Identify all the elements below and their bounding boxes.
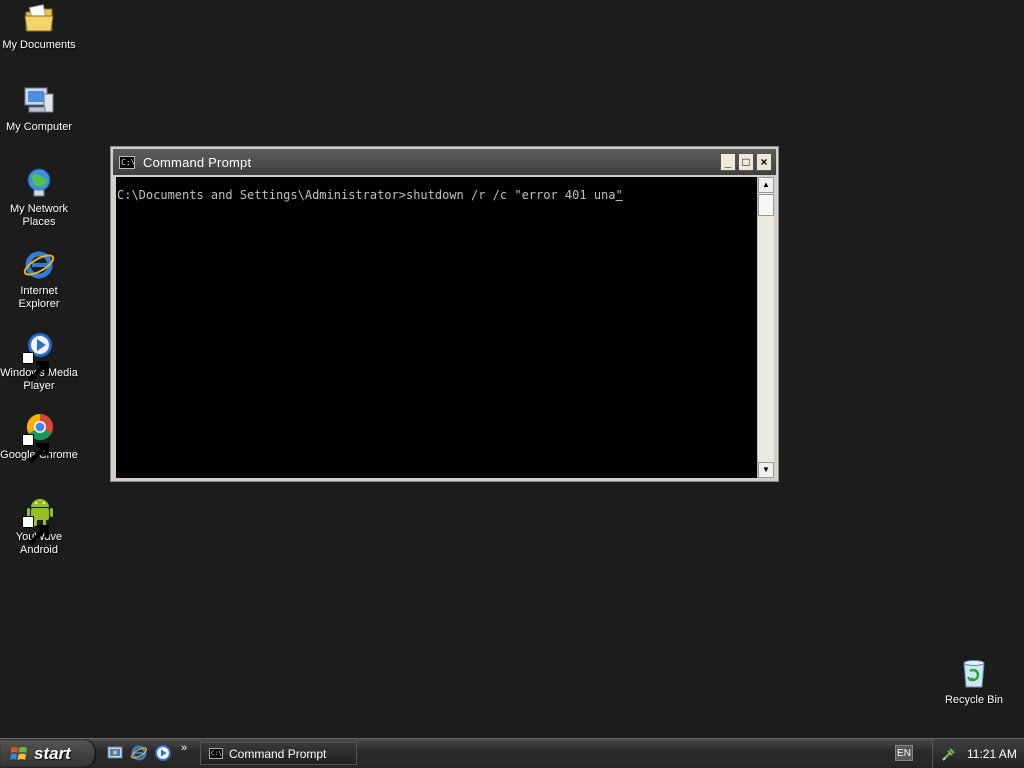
desktop-icon-recycle-bin[interactable]: Recycle Bin — [934, 657, 1014, 707]
command-prompt-icon: C:\ — [209, 748, 223, 759]
my-documents-icon — [22, 2, 56, 36]
desktop-icon-google-chrome[interactable]: Google Chrome — [0, 412, 79, 464]
internet-explorer-icon — [22, 248, 56, 282]
shortcut-arrow-icon — [22, 516, 50, 546]
command-prompt-icon: C:\ — [119, 155, 136, 169]
taskbar-item-label: Command Prompt — [229, 746, 327, 761]
taskbar: start » C:\ Command Prompt EN 11:21 AM — [0, 738, 1024, 768]
windows-media-player-icon[interactable] — [154, 744, 172, 762]
vertical-scrollbar[interactable]: ▲ ▼ — [757, 177, 774, 478]
my-computer-icon — [22, 84, 56, 118]
console-prompt: C:\Documents and Settings\Administrator> — [117, 188, 406, 202]
console-command: shutdown /r /c "error 401 una — [405, 188, 616, 202]
desktop-icon-label: My Computer — [5, 121, 73, 133]
desktop-icon-my-documents[interactable]: My Documents — [0, 2, 79, 52]
desktop-icon-label: My Network — [9, 203, 69, 215]
scroll-thumb[interactable] — [758, 194, 774, 216]
desktop-icon-network-places[interactable]: My Network Places — [0, 166, 79, 229]
show-desktop-icon[interactable] — [106, 744, 124, 762]
shortcut-arrow-icon — [22, 352, 50, 382]
android-icon — [22, 494, 56, 546]
maximize-button[interactable]: □ — [738, 153, 754, 171]
network-places-icon — [22, 166, 56, 200]
command-prompt-window[interactable]: C:\ Command Prompt _ □ × C:\Documents an… — [110, 146, 779, 482]
system-tray: 11:21 AM — [932, 739, 1024, 768]
desktop: My Documents My Computer My Network Plac… — [0, 0, 1024, 738]
minimize-button[interactable]: _ — [720, 153, 736, 171]
quick-launch-bar — [106, 744, 172, 762]
internet-explorer-icon[interactable] — [130, 744, 148, 762]
start-label: start — [34, 743, 71, 763]
window-titlebar[interactable]: C:\ Command Prompt _ □ × — [113, 149, 776, 175]
windows-media-player-icon — [22, 330, 56, 382]
start-button[interactable]: start — [0, 739, 96, 768]
taskbar-item-command-prompt[interactable]: C:\ Command Prompt — [200, 742, 357, 765]
desktop-icon-label: Recycle Bin — [944, 694, 1004, 706]
window-title: Command Prompt — [143, 154, 252, 170]
clock[interactable]: 11:21 AM — [967, 747, 1017, 761]
desktop-icon-label: Explorer — [18, 298, 60, 310]
desktop-icon-label: My Documents — [2, 39, 76, 51]
google-chrome-icon — [22, 412, 56, 464]
scroll-up-button[interactable]: ▲ — [758, 177, 774, 193]
desktop-icon-my-computer[interactable]: My Computer — [0, 84, 79, 134]
shortcut-arrow-icon — [22, 434, 50, 464]
desktop-icon-windows-media-player[interactable]: Windows Media Player — [0, 330, 79, 393]
language-indicator[interactable]: EN — [895, 745, 913, 761]
windows-flag-icon — [10, 745, 28, 763]
console-cursor: " — [615, 188, 623, 202]
recycle-bin-icon — [957, 657, 991, 691]
console-output[interactable]: C:\Documents and Settings\Administrator>… — [116, 177, 757, 478]
desktop-icon-internet-explorer[interactable]: Internet Explorer — [0, 248, 79, 311]
scroll-down-button[interactable]: ▼ — [758, 462, 774, 478]
desktop-icon-label: Internet — [20, 285, 58, 297]
close-button[interactable]: × — [756, 153, 772, 171]
safely-remove-hardware-icon[interactable] — [941, 746, 957, 762]
quick-launch-chevron[interactable]: » — [181, 742, 187, 754]
desktop-icon-label: Places — [22, 216, 56, 228]
desktop-icon-youwave-android[interactable]: YouWave Android — [0, 494, 79, 557]
